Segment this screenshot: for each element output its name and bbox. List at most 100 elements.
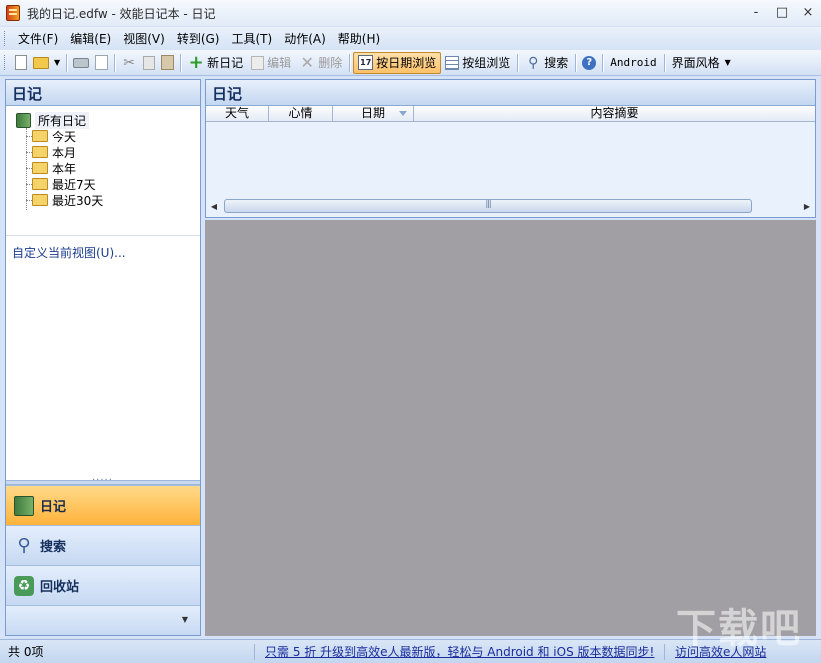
open-folder-icon (33, 56, 49, 69)
diary-tree: 所有日记 今天 本月 本年 最近7天 最近30天 (6, 106, 200, 236)
tree-item-label: 今天 (52, 129, 77, 144)
help-button[interactable]: ? (579, 52, 599, 74)
tree-item-label: 本月 (52, 145, 77, 160)
toolbar-separator (180, 53, 182, 72)
menu-goto[interactable]: 转到(G) (171, 29, 226, 49)
menu-tools[interactable]: 工具(T) (225, 29, 278, 49)
customize-view-link[interactable]: 自定义当前视图(U)... (12, 244, 126, 261)
open-button[interactable]: ▼ (30, 52, 63, 74)
menubar-grip[interactable] (4, 31, 7, 46)
toolbar-separator (349, 53, 351, 72)
nav-button-label: 回收站 (40, 580, 80, 595)
menu-edit[interactable]: 编辑(E) (64, 29, 117, 49)
search-button[interactable]: ⚲ 搜索 (521, 52, 572, 74)
sort-descending-icon (399, 111, 407, 116)
nav-button-search[interactable]: ⚲ 搜索 (6, 525, 200, 565)
tree-item-label: 最近7天 (52, 177, 96, 192)
column-header-weather[interactable]: 天气 (206, 106, 269, 121)
tree-item-all-diaries[interactable]: 所有日记 (16, 111, 200, 129)
tree-item-this-month[interactable]: 本月 (26, 144, 200, 160)
new-document-icon (15, 55, 27, 70)
tree-item-today[interactable]: 今天 (26, 128, 200, 144)
tree-item-last-30-days[interactable]: 最近30天 (26, 192, 200, 208)
search-label: 搜索 (544, 56, 569, 70)
folder-icon (32, 162, 48, 174)
printer-icon (73, 57, 90, 68)
browse-by-date-button[interactable]: 17 按日期浏览 (353, 51, 442, 74)
paste-button[interactable] (158, 52, 177, 74)
tree-item-this-year[interactable]: 本年 (26, 160, 200, 176)
edit-button[interactable]: 编辑 (247, 52, 295, 74)
diary-list-pane: 日记 天气 心情 日期 内容摘要 ◀ ▶ (205, 79, 816, 218)
copy-icon (143, 55, 156, 70)
window-controls: - □ × (743, 0, 821, 24)
delete-button[interactable]: ✕ 删除 (295, 52, 346, 74)
delete-label: 删除 (318, 56, 343, 70)
diary-list-header: 日记 (206, 80, 815, 106)
group-list-icon (445, 55, 460, 70)
toolbar-separator (114, 53, 116, 72)
print-preview-icon (95, 55, 109, 70)
toolbar-separator (602, 53, 604, 72)
nav-button-diary[interactable]: 日记 (6, 485, 200, 525)
column-header-mood[interactable]: 心情 (269, 106, 333, 121)
column-header-date-label: 日期 (360, 106, 385, 120)
tree-root-label: 所有日记 (35, 111, 90, 129)
horizontal-scrollbar[interactable]: ◀ ▶ (206, 197, 815, 215)
title-bar: 我的日记.edfw - 效能日记本 - 日记 - □ × (0, 0, 821, 26)
close-button[interactable]: × (795, 0, 821, 24)
menu-help[interactable]: 帮助(H) (332, 29, 386, 49)
browse-by-group-button[interactable]: 按组浏览 (441, 52, 514, 74)
column-header-summary[interactable]: 内容摘要 (414, 106, 815, 121)
window-title: 我的日记.edfw - 效能日记本 - 日记 (27, 6, 216, 21)
folder-icon (32, 146, 48, 158)
scroll-right-icon[interactable]: ▶ (799, 202, 815, 211)
folder-icon (32, 194, 48, 206)
copy-button[interactable] (140, 52, 158, 74)
app-diary-icon (6, 5, 20, 21)
search-icon: ⚲ (528, 54, 539, 71)
toolbar-grip[interactable] (4, 55, 7, 70)
tree-children: 今天 本月 本年 最近7天 最近30天 (26, 128, 200, 210)
watermark: 下载吧 (676, 606, 802, 652)
skin-dropdown[interactable]: 界面风格 ▼ (668, 52, 735, 74)
column-header-date[interactable]: 日期 (333, 106, 414, 121)
nav-pane-footer[interactable]: ▼ (6, 605, 200, 635)
toolbar-separator (663, 53, 665, 72)
toolbar-separator (66, 53, 68, 72)
scroll-left-icon[interactable]: ◀ (206, 202, 222, 211)
minimize-button[interactable]: - (743, 0, 769, 24)
toolbar: ▼ ✂ + 新日记 编辑 ✕ 删除 17 按日期浏览 按组浏览 ⚲ 搜索 ? A… (0, 50, 821, 76)
scrollbar-thumb[interactable] (224, 199, 752, 213)
scrollbar-track[interactable] (222, 199, 799, 213)
menu-file[interactable]: 文件(F) (12, 29, 64, 49)
maximize-button[interactable]: □ (769, 0, 795, 24)
nav-button-recycle-bin[interactable]: ♻ 回收站 (6, 565, 200, 605)
nav-button-label: 搜索 (40, 540, 67, 555)
android-button[interactable]: Android (606, 52, 660, 74)
tree-item-label: 最近30天 (52, 193, 104, 208)
menu-view[interactable]: 视图(V) (117, 29, 171, 49)
new-document-button[interactable] (12, 52, 30, 74)
item-count: 共 0项 (0, 643, 255, 660)
edit-pencil-icon (251, 55, 265, 70)
print-button[interactable] (70, 52, 92, 74)
skin-label: 界面风格 (671, 56, 720, 70)
browse-by-group-label: 按组浏览 (462, 56, 511, 70)
browse-by-date-label: 按日期浏览 (376, 56, 437, 70)
print-preview-button[interactable] (92, 52, 111, 74)
chevron-down-icon[interactable]: ▼ (182, 615, 188, 624)
upgrade-promo-link[interactable]: 只需 5 折 升级到高效e人最新版，轻松与 Android 和 iOS 版本数据… (255, 643, 665, 660)
cut-button[interactable]: ✂ (118, 52, 140, 74)
delete-x-icon: ✕ (300, 52, 314, 72)
tree-item-last-7-days[interactable]: 最近7天 (26, 176, 200, 192)
search-icon: ⚲ (17, 534, 31, 556)
toolbar-separator (575, 53, 577, 72)
new-entry-button[interactable]: + 新日记 (184, 52, 247, 74)
tree-item-label: 本年 (52, 161, 77, 176)
folder-icon (32, 178, 48, 190)
menu-actions[interactable]: 动作(A) (278, 29, 332, 49)
reading-pane (205, 220, 816, 636)
list-column-headers: 天气 心情 日期 内容摘要 (206, 106, 815, 122)
scissors-icon: ✂ (123, 54, 136, 71)
